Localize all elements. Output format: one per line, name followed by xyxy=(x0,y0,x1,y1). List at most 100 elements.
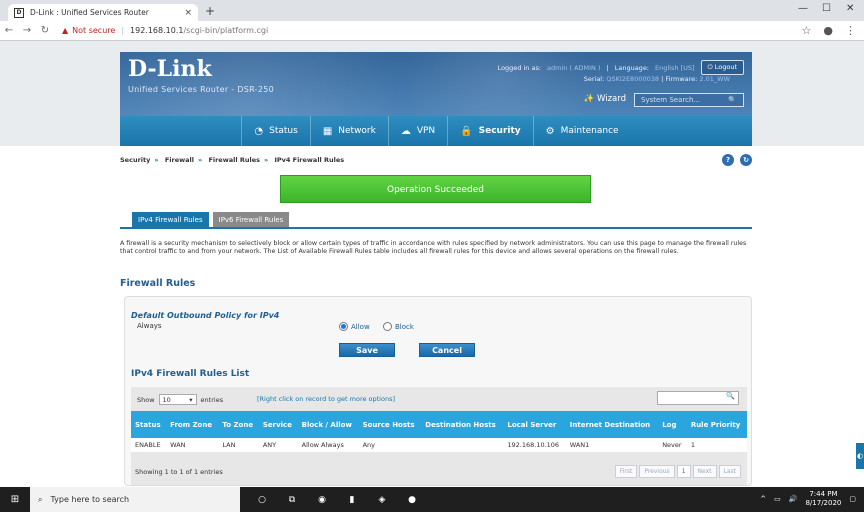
breadcrumb-firewall[interactable]: Firewall xyxy=(165,156,194,164)
main-nav: ◔ Status ▦ Network ☁ VPN 🔒 Security ⚙ Mainten… xyxy=(120,116,752,146)
logged-in-user: admin ( ADMIN ) xyxy=(547,63,601,72)
cell-from-zone: WAN xyxy=(166,438,219,452)
wizard-link[interactable]: ✨ Wizard xyxy=(584,94,626,104)
col-block-allow[interactable]: Block / Allow xyxy=(297,411,359,438)
info-divider: | xyxy=(606,63,609,72)
nav-vpn[interactable]: ☁ VPN xyxy=(387,116,447,146)
cell-rule-priority: 1 xyxy=(686,438,747,452)
save-button[interactable]: Save xyxy=(339,343,395,357)
col-service[interactable]: Service xyxy=(258,411,298,438)
dlink-logo: D-Link xyxy=(128,56,212,82)
nav-maintenance[interactable]: ⚙ Maintenance xyxy=(532,116,631,146)
reload-icon[interactable]: ↻ xyxy=(36,25,54,36)
table-search-icon[interactable]: 🔍 xyxy=(726,392,735,400)
side-feedback-icon[interactable]: ◐ xyxy=(856,443,864,469)
bookmark-star-icon[interactable]: ☆ xyxy=(802,24,812,37)
rules-table: Status From Zone To Zone Service Block /… xyxy=(131,411,747,452)
taskbar-apps: ○ ⧉ ◉ ▮ ◈ ● xyxy=(254,492,420,508)
col-destination-hosts[interactable]: Destination Hosts xyxy=(421,411,504,438)
cell-internet-destination: WAN1 xyxy=(565,438,659,452)
browser-tab[interactable]: D D-Link : Unified Services Router × xyxy=(8,4,198,21)
chrome-icon[interactable]: ◉ xyxy=(314,492,330,508)
pager-previous[interactable]: Previous xyxy=(639,465,675,478)
task-view-icon[interactable]: ⧉ xyxy=(284,492,300,508)
pager-last[interactable]: Last xyxy=(718,465,741,478)
warning-icon: ▲ xyxy=(62,26,69,35)
windows-start-icon[interactable]: ⊞ xyxy=(0,494,30,505)
system-search-input[interactable]: System Search... 🔍 xyxy=(634,93,744,107)
col-internet-destination[interactable]: Internet Destination xyxy=(565,411,659,438)
pager-page-1[interactable]: 1 xyxy=(676,465,691,478)
app-icon-3[interactable]: ● xyxy=(404,492,420,508)
tab-ipv4-firewall-rules[interactable]: IPv4 Firewall Rules xyxy=(132,212,209,228)
breadcrumb-firewall-rules[interactable]: Firewall Rules xyxy=(208,156,260,164)
table-row[interactable]: ENABLE WAN LAN ANY Allow Always Any 192.… xyxy=(131,438,747,452)
tab-ipv6-firewall-rules[interactable]: IPv6 Firewall Rules xyxy=(212,212,290,228)
policy-title: Default Outbound Policy for IPv4 xyxy=(131,311,280,320)
network-tray-icon[interactable]: ▭ xyxy=(774,495,781,503)
minimize-button[interactable]: — xyxy=(798,3,808,14)
cell-to-zone: LAN xyxy=(218,438,259,452)
profile-icon[interactable]: ● xyxy=(823,24,833,37)
main-content: Security» Firewall» Firewall Rules» IPv4… xyxy=(120,146,752,486)
col-from-zone[interactable]: From Zone xyxy=(166,411,219,438)
rules-table-frame: Show 10 ▾ entries [Right click on record … xyxy=(131,387,747,485)
col-status[interactable]: Status xyxy=(131,411,167,438)
notifications-icon[interactable]: ▢ xyxy=(849,495,856,503)
back-icon[interactable]: ← xyxy=(0,25,18,36)
help-icon[interactable]: ? xyxy=(722,154,734,166)
tab-close-icon[interactable]: × xyxy=(184,8,192,18)
url-field[interactable]: ▲ Not secure | 192.168.10.1 /scgi-bin/pl… xyxy=(62,26,268,35)
login-info: Logged in as: admin ( ADMIN ) | Language… xyxy=(498,60,744,75)
logout-button[interactable]: ⏻ Logout xyxy=(700,60,744,75)
col-local-server[interactable]: Local Server xyxy=(503,411,566,438)
pager-next[interactable]: Next xyxy=(692,465,717,478)
forward-icon[interactable]: → xyxy=(18,25,36,36)
taskbar-search[interactable]: ⌕ Type here to search xyxy=(30,487,240,512)
col-source-hosts[interactable]: Source Hosts xyxy=(358,411,422,438)
block-radio-dot[interactable] xyxy=(383,322,392,331)
table-info: Showing 1 to 1 of 1 entries xyxy=(135,468,223,476)
nav-vpn-label: VPN xyxy=(416,126,436,136)
new-tab-button[interactable]: + xyxy=(205,4,215,18)
nav-security[interactable]: 🔒 Security xyxy=(447,116,532,146)
nav-status[interactable]: ◔ Status xyxy=(241,116,309,146)
block-radio[interactable]: Block xyxy=(383,322,414,331)
url-path: /scgi-bin/platform.cgi xyxy=(183,26,269,35)
language-label: Language: xyxy=(614,63,650,72)
clock[interactable]: 7:44 PM 8/17/2020 xyxy=(805,490,841,508)
lock-icon: 🔒 xyxy=(460,125,473,137)
firmware-label: Firmware: xyxy=(665,75,698,83)
allow-radio-dot[interactable] xyxy=(339,322,348,331)
browser-tab-bar: D D-Link : Unified Services Router × + —… xyxy=(0,0,864,21)
cell-destination-hosts xyxy=(421,438,504,452)
app-icon-2[interactable]: ◈ xyxy=(374,492,390,508)
table-search-input[interactable]: 🔍 xyxy=(657,391,739,405)
allow-radio[interactable]: Allow xyxy=(339,322,370,331)
nav-security-label: Security xyxy=(478,126,521,136)
cancel-button[interactable]: Cancel xyxy=(419,343,475,357)
col-rule-priority[interactable]: Rule Priority xyxy=(686,411,747,438)
maximize-button[interactable]: ☐ xyxy=(822,3,831,14)
volume-icon[interactable]: 🔊 xyxy=(789,495,798,503)
refresh-icon[interactable]: ↻ xyxy=(740,154,752,166)
entries-selector: Show 10 ▾ entries xyxy=(137,394,223,405)
breadcrumb-security[interactable]: Security xyxy=(120,156,150,164)
pager-first[interactable]: First xyxy=(614,465,638,478)
breadcrumb-ipv4-firewall-rules: IPv4 Firewall Rules xyxy=(274,156,345,164)
language-value[interactable]: English [US] xyxy=(655,64,695,72)
close-window-button[interactable]: ✕ xyxy=(846,3,854,14)
entries-select[interactable]: 10 ▾ xyxy=(158,394,197,405)
col-log[interactable]: Log xyxy=(658,411,687,438)
browser-menu-icon[interactable]: ⋮ xyxy=(845,24,856,37)
tray-chevron-icon[interactable]: ^ xyxy=(760,495,766,503)
col-to-zone[interactable]: To Zone xyxy=(218,411,259,438)
nav-network[interactable]: ▦ Network xyxy=(309,116,388,146)
cell-log: Never xyxy=(658,438,687,452)
taskbar-search-placeholder: Type here to search xyxy=(50,495,130,504)
firmware-value: 2.01_WW xyxy=(699,75,730,83)
cortana-icon[interactable]: ○ xyxy=(254,492,270,508)
search-icon[interactable]: 🔍 xyxy=(728,96,737,104)
app-icon-1[interactable]: ▮ xyxy=(344,492,360,508)
url-host: 192.168.10.1 xyxy=(130,26,184,35)
